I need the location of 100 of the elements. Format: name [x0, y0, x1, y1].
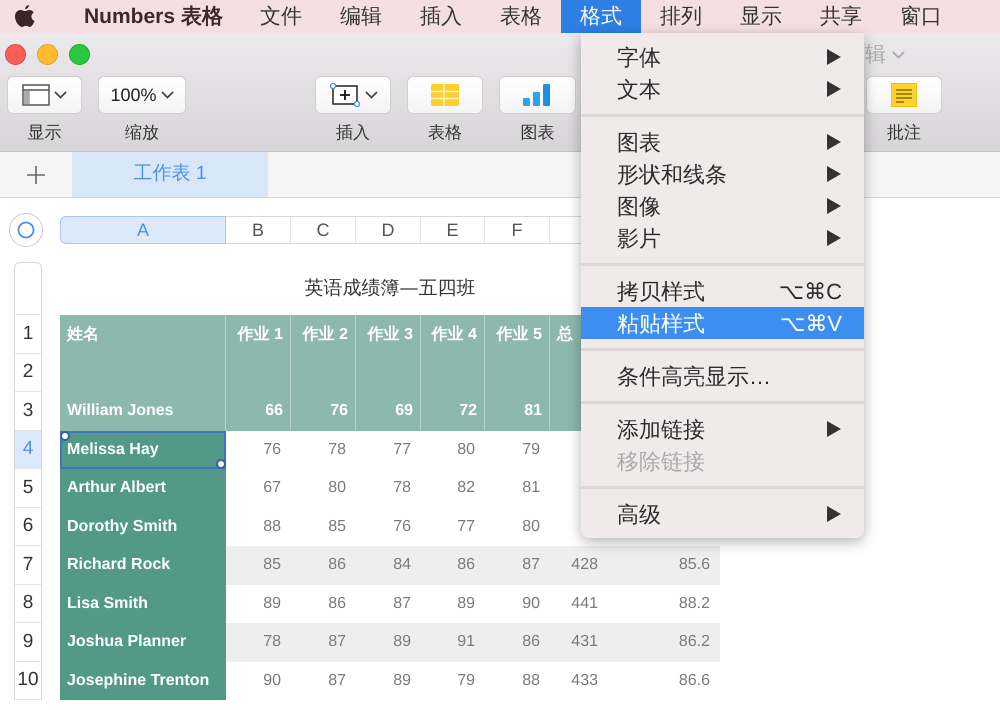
submenu-arrow-icon: [826, 48, 842, 66]
table-cell-text: 89: [262, 594, 282, 614]
menu-bar-item[interactable]: 文件: [240, 0, 321, 33]
table-cell-text: 86.6: [678, 670, 711, 691]
row-number: 5: [14, 469, 42, 508]
header-cell: William Jones: [60, 392, 226, 430]
menu-item[interactable]: 拷贝样式 ⌥⌘C: [581, 275, 864, 307]
comment-button[interactable]: [866, 76, 942, 114]
header-cell: 作业 5: [485, 315, 550, 354]
submenu-arrow-icon: [826, 229, 842, 247]
name-cell: Richard Rock: [60, 546, 226, 584]
minimize-button[interactable]: [37, 44, 58, 65]
table-cell-text: 88.2: [678, 594, 711, 614]
menu-bar-item[interactable]: 表格: [480, 0, 561, 33]
table-cell: 428: [550, 546, 640, 584]
row-number: 4: [14, 430, 42, 469]
chart-button[interactable]: [499, 76, 576, 114]
toolbar-label: 缩放: [125, 122, 159, 144]
table-cell: 91: [421, 623, 485, 662]
column-header[interactable]: E: [421, 216, 485, 244]
table-cell-text: 78: [327, 440, 347, 460]
selection-handle[interactable]: [216, 459, 226, 469]
name-cell: Joshua Planner: [60, 623, 226, 662]
table-cell-text: 441: [570, 594, 599, 614]
zoom-button[interactable]: [69, 44, 90, 65]
name-cell: Dorothy Smith: [60, 508, 226, 546]
menu-item[interactable]: 影片: [581, 222, 864, 254]
header-cell: 76: [291, 392, 356, 430]
close-button[interactable]: [5, 44, 26, 65]
menu-item[interactable]: 文本: [581, 73, 864, 105]
column-header[interactable]: D: [356, 216, 421, 244]
chevron-icon: [160, 91, 174, 99]
add-box-icon: [328, 82, 360, 108]
table-cell-text: 76: [262, 440, 282, 460]
toolbar-label: 图表: [520, 122, 554, 144]
row-number: 1: [14, 315, 42, 354]
table-cell-text: 78: [392, 478, 412, 498]
menu-item[interactable]: 形状和线条: [581, 158, 864, 190]
column-header[interactable]: F: [485, 216, 550, 244]
circle-icon: [17, 221, 35, 239]
table-cell-text: 81: [521, 478, 541, 498]
view-button[interactable]: [7, 76, 82, 114]
submenu-arrow-icon: [826, 197, 842, 215]
window-title: 辑: [865, 42, 886, 68]
header-cell: 姓名: [60, 315, 226, 354]
submenu-arrow-icon: [826, 505, 842, 523]
menu-item[interactable]: 高级: [581, 498, 864, 530]
menu-item[interactable]: 图像: [581, 190, 864, 222]
name-cell: Lisa Smith: [60, 584, 226, 623]
table-cell: 431: [550, 623, 640, 662]
table-cell-text: 87: [327, 670, 347, 691]
apple-logo-icon[interactable]: [14, 4, 36, 30]
menu-bar-item[interactable]: 格式: [560, 0, 641, 33]
table-cell-text: 77: [456, 516, 476, 537]
table-cell-text: 89: [392, 670, 412, 691]
table-cell: 86.2: [640, 623, 720, 662]
table-cell-text: 88: [262, 516, 282, 537]
row-number: 6: [14, 508, 42, 546]
header-cell: 66: [226, 392, 291, 430]
table-cell-text: 80: [456, 440, 476, 460]
menu-bar-item[interactable]: 插入: [400, 0, 481, 33]
chevron-icon: [54, 91, 67, 99]
menu-bar-item[interactable]: 窗口: [880, 0, 961, 33]
column-header[interactable]: B: [226, 216, 291, 244]
menu-item[interactable]: 条件高亮显示…: [581, 360, 864, 392]
row-header: [14, 262, 42, 315]
header-cell: 72: [421, 392, 485, 430]
plus-icon: [26, 164, 46, 184]
column-header[interactable]: C: [291, 216, 356, 244]
menu-bar-item[interactable]: 排列: [640, 0, 721, 33]
bar-chart-icon: [522, 84, 552, 106]
table-cell-text: 77: [392, 440, 412, 460]
menu-item[interactable]: 字体: [581, 41, 864, 73]
zoom-dropdown[interactable]: 100%: [98, 76, 186, 114]
menu-item: 移除链接: [616, 448, 706, 476]
header-cell: 69: [356, 392, 421, 430]
menu-bar-item[interactable]: 共享: [800, 0, 881, 33]
menu-bar-item[interactable]: 编辑: [320, 0, 401, 33]
table-title: 英语成绩簿—五四班: [304, 276, 476, 302]
table-icon: [431, 84, 459, 106]
submenu-arrow-icon: [826, 80, 842, 98]
header-cell: 作业 3: [356, 315, 421, 354]
submenu-arrow-icon: [826, 420, 842, 438]
menu-item[interactable]: 图表: [581, 126, 864, 158]
table-cell: 86: [485, 623, 550, 662]
select-all-button[interactable]: [9, 213, 43, 247]
selection-handle[interactable]: [60, 430, 70, 440]
row-number: 10: [14, 662, 42, 700]
insert-button[interactable]: [315, 76, 391, 114]
table-cell: 85: [226, 546, 291, 584]
table-cell-text: 80: [327, 478, 347, 498]
menu-bar-item[interactable]: 显示: [720, 0, 801, 33]
header-cell: 作业 4: [421, 315, 485, 354]
toolbar-label: 显示: [28, 122, 62, 144]
table-cell: 89: [356, 623, 421, 662]
menu-item[interactable]: 添加链接: [581, 413, 864, 445]
app-menu[interactable]: Numbers 表格: [56, 0, 241, 33]
table-cell-text: 90: [262, 670, 282, 691]
table-cell-text: 433: [570, 670, 599, 691]
chevron-icon: [892, 50, 905, 58]
